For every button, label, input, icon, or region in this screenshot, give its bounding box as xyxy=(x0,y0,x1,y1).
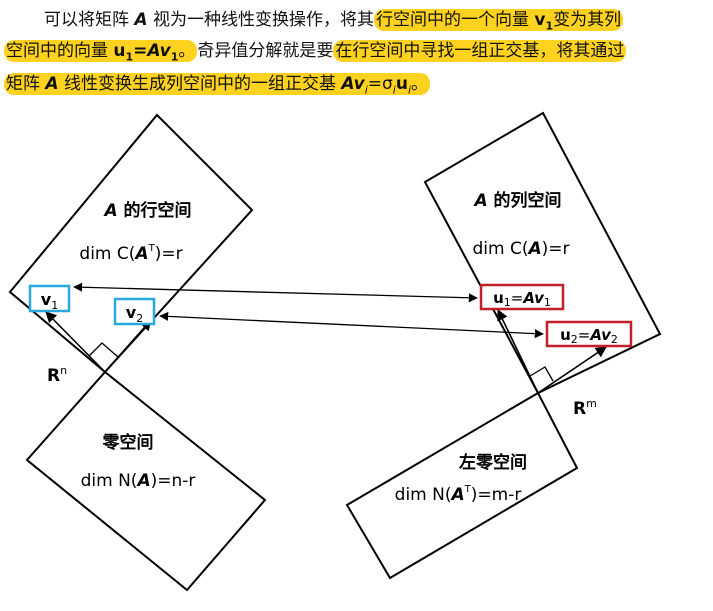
matrix-A: A xyxy=(102,201,117,221)
left-null-space-dim: dim N(AT)=m-r xyxy=(395,484,522,505)
matrix-A: A xyxy=(472,191,487,211)
u2-label: u2=Av2 xyxy=(560,326,618,346)
title-text: 的列空间 xyxy=(488,190,562,211)
subspace-diagram: v1 v2 u1=Av1 u2=Av2 A 的行空间 dim C(AT)=r 零… xyxy=(8,111,662,592)
dim-text: )=m-r xyxy=(471,485,522,505)
u1-label: u1=Av1 xyxy=(493,289,551,309)
column-space-dim: dim C(A)=r xyxy=(472,239,569,259)
Rn-label: Rn xyxy=(47,364,67,386)
null-space-title: 零空间 xyxy=(102,432,154,453)
R-glyph: R xyxy=(47,366,60,386)
v1-to-u1-mapping-arrow xyxy=(73,282,478,303)
v-glyph: v xyxy=(41,290,52,309)
slide: 可以将矩阵 A 视为一种线性变换操作，将其 行空间中的一个向量 v1变为其列 空间… xyxy=(0,0,713,611)
equals: = xyxy=(578,326,591,344)
dim-text: dim C( xyxy=(79,244,135,264)
R-glyph: R xyxy=(573,399,586,419)
dim-text: dim C( xyxy=(472,239,528,259)
u-glyph: u xyxy=(493,289,504,307)
left-null-space-title: 左零空间 xyxy=(459,452,527,473)
equals: = xyxy=(511,289,524,307)
dim-text: )=r xyxy=(155,244,183,264)
row-space-title: A 的行空间 xyxy=(102,200,191,221)
row-space-dim: dim C(AT)=r xyxy=(79,243,182,264)
title-text: 的行空间 xyxy=(118,200,192,221)
subscript: 1 xyxy=(51,299,58,312)
matrix-A: A xyxy=(135,471,150,491)
superscript: m xyxy=(586,397,597,410)
v-glyph: v xyxy=(126,303,137,322)
superscript: n xyxy=(60,364,67,377)
dim-text: dim N( xyxy=(395,485,452,505)
column-space-title: A 的列空间 xyxy=(472,190,561,211)
matrix-A: A xyxy=(449,485,464,505)
Rm-label: Rm xyxy=(573,397,597,419)
v2-vector-arrow xyxy=(104,319,152,373)
subscript: 2 xyxy=(571,333,578,346)
subscript: 2 xyxy=(136,312,143,325)
dim-text: )=n-r xyxy=(151,471,196,491)
u-glyph: u xyxy=(560,326,571,344)
matrix-A: A xyxy=(133,244,148,264)
v2-to-u2-mapping-arrow xyxy=(159,311,544,339)
subscript: 1 xyxy=(504,296,511,309)
Av-glyph: Av xyxy=(522,289,545,307)
subscript: 1 xyxy=(544,296,551,309)
v1-vector-arrow xyxy=(45,311,106,373)
u1-vector-arrow xyxy=(497,308,539,394)
right-angle-mark xyxy=(88,342,119,358)
subscript: 2 xyxy=(611,333,618,346)
matrix-A: A xyxy=(526,239,541,259)
null-space-dim: dim N(A)=n-r xyxy=(81,471,196,491)
Av-glyph: Av xyxy=(589,326,612,344)
dim-text: dim N( xyxy=(81,471,138,491)
dim-text: )=r xyxy=(542,239,570,259)
right-angle-mark xyxy=(529,366,554,382)
u2-vector-arrow xyxy=(537,346,607,394)
